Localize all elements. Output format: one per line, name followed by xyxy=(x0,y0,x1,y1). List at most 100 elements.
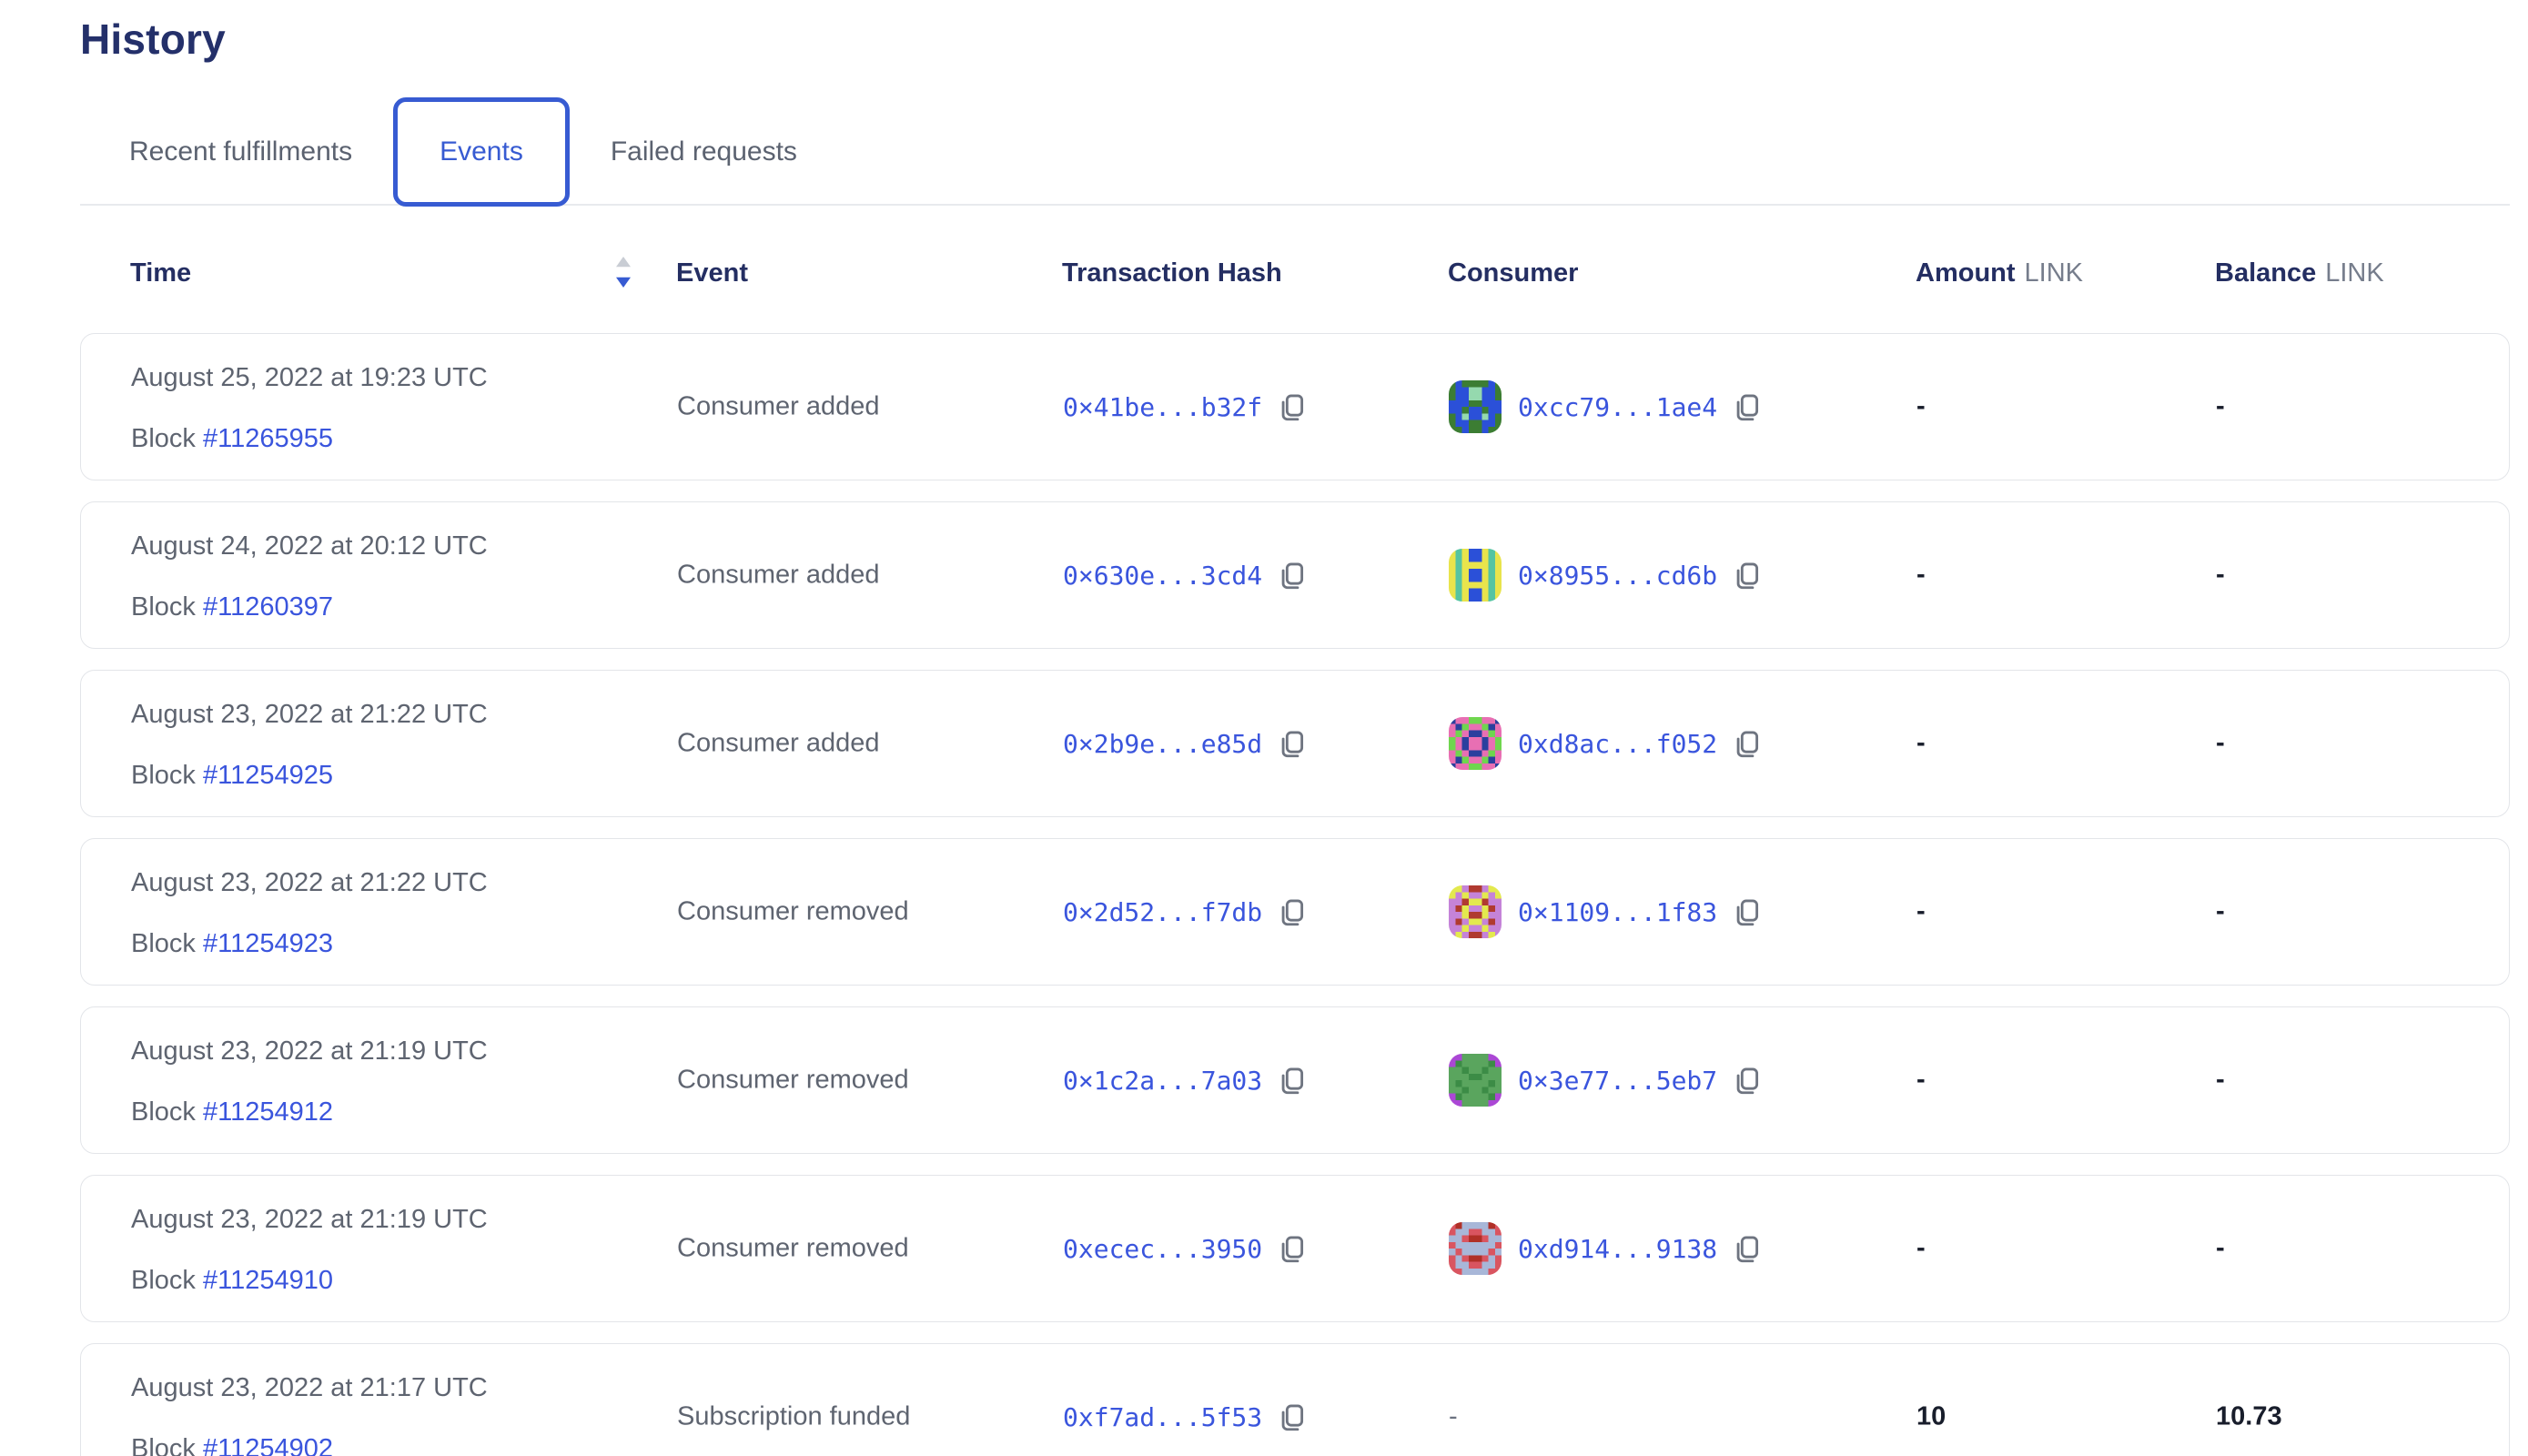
block-number-link[interactable]: #11265955 xyxy=(203,424,333,453)
consumer-cell: 0×3e77...5eb7 xyxy=(1449,1054,1763,1107)
block-label: Block xyxy=(131,1434,196,1456)
balance-cell: - xyxy=(2216,392,2225,422)
consumer-address-link[interactable]: 0xd8ac...f052 xyxy=(1518,729,1717,759)
block-label: Block xyxy=(131,761,196,790)
time-cell: August 23, 2022 at 21:19 UTCBlock #11254… xyxy=(131,1205,488,1296)
block-number-link[interactable]: #11254923 xyxy=(203,929,333,958)
consumer-identicon xyxy=(1449,1054,1502,1107)
block-line: Block #11254925 xyxy=(131,761,488,791)
table-row: August 23, 2022 at 21:22 UTC Block #11254… xyxy=(80,670,2510,817)
consumer-empty: - xyxy=(1449,1402,1458,1432)
event-cell: Consumer removed xyxy=(677,897,909,927)
copy-icon[interactable] xyxy=(1732,895,1763,928)
time-cell: August 23, 2022 at 21:22 UTC Block #11254… xyxy=(131,700,488,791)
tx-hash-link[interactable]: 0×2d52...f7db xyxy=(1063,897,1262,927)
consumer-identicon xyxy=(1449,717,1502,770)
amount-cell: - xyxy=(1916,729,1926,759)
consumer-cell: 0xcc79...1ae4 xyxy=(1449,380,1763,433)
tx-hash-link[interactable]: 0xecec...3950 xyxy=(1063,1234,1262,1264)
event-cell: Consumer added xyxy=(677,392,879,422)
consumer-address-link[interactable]: 0×1109...1f83 xyxy=(1518,897,1717,927)
copy-icon[interactable] xyxy=(1732,559,1763,592)
column-header-amount: AmountLINK xyxy=(1916,258,2083,288)
block-number-link[interactable]: #11254925 xyxy=(203,761,333,790)
table-row: August 25, 2022 at 19:23 UTC Block #11265… xyxy=(80,333,2510,480)
hash-cell: 0×2b9e...e85d xyxy=(1063,727,1308,760)
sort-desc-icon[interactable] xyxy=(612,255,634,294)
time-cell: August 23, 2022 at 21:22 UTCBlock #11254… xyxy=(131,868,488,959)
column-header-consumer: Consumer xyxy=(1448,258,1578,288)
time-cell: August 23, 2022 at 21:19 UTCBlock #11254… xyxy=(131,1036,488,1127)
row-date: August 23, 2022 at 21:19 UTC xyxy=(131,1205,488,1235)
balance-cell: - xyxy=(2216,1234,2225,1264)
block-label: Block xyxy=(131,1097,196,1127)
block-line: Block #11265955 xyxy=(131,424,488,454)
hash-cell: 0xecec...3950 xyxy=(1063,1232,1308,1265)
copy-icon[interactable] xyxy=(1732,727,1763,760)
tx-hash-link[interactable]: 0xf7ad...5f53 xyxy=(1063,1402,1262,1432)
tab-recent-fulfillments[interactable]: Recent fulfillments xyxy=(129,136,352,167)
table-row: August 23, 2022 at 21:19 UTCBlock #11254… xyxy=(80,1006,2510,1154)
copy-icon[interactable] xyxy=(1732,390,1763,423)
column-header-time[interactable]: Time xyxy=(130,258,191,288)
copy-icon[interactable] xyxy=(1277,559,1308,592)
consumer-address-link[interactable]: 0×8955...cd6b xyxy=(1518,561,1717,591)
consumer-cell: - xyxy=(1449,1402,1458,1432)
block-line: Block #11260397 xyxy=(131,592,488,622)
row-date: August 25, 2022 at 19:23 UTC xyxy=(131,363,488,393)
block-number-link[interactable]: #11260397 xyxy=(203,592,333,622)
table-row: August 23, 2022 at 21:19 UTCBlock #11254… xyxy=(80,1175,2510,1322)
tab-events[interactable]: Events xyxy=(393,97,570,207)
copy-icon[interactable] xyxy=(1277,1064,1308,1097)
event-cell: Consumer removed xyxy=(677,1234,909,1264)
copy-icon[interactable] xyxy=(1277,895,1308,928)
consumer-cell: 0×8955...cd6b xyxy=(1449,549,1763,602)
balance-cell: - xyxy=(2216,561,2225,591)
block-label: Block xyxy=(131,929,196,958)
column-header-event: Event xyxy=(676,258,748,288)
balance-cell: 10.73 xyxy=(2216,1402,2282,1432)
hash-cell: 0xf7ad...5f53 xyxy=(1063,1400,1308,1433)
consumer-address-link[interactable]: 0×3e77...5eb7 xyxy=(1518,1066,1717,1096)
time-cell: August 23, 2022 at 21:17 UTCBlock #11254… xyxy=(131,1373,488,1456)
amount-cell: - xyxy=(1916,1066,1926,1096)
copy-icon[interactable] xyxy=(1732,1064,1763,1097)
hash-cell: 0×1c2a...7a03 xyxy=(1063,1064,1308,1097)
copy-icon[interactable] xyxy=(1732,1232,1763,1265)
consumer-identicon xyxy=(1449,549,1502,602)
table-header: Time Event Transaction Hash Consumer Amo… xyxy=(80,209,2510,333)
copy-icon[interactable] xyxy=(1277,1232,1308,1265)
copy-icon[interactable] xyxy=(1277,1400,1308,1433)
consumer-address-link[interactable]: 0xd914...9138 xyxy=(1518,1234,1717,1264)
amount-cell: - xyxy=(1916,897,1926,927)
copy-icon[interactable] xyxy=(1277,727,1308,760)
tx-hash-link[interactable]: 0×41be...b32f xyxy=(1063,392,1262,422)
consumer-address-link[interactable]: 0xcc79...1ae4 xyxy=(1518,392,1717,422)
balance-unit-label: LINK xyxy=(2325,258,2383,288)
block-line: Block #11254902 xyxy=(131,1434,488,1456)
block-number-link[interactable]: #11254912 xyxy=(203,1097,333,1127)
time-cell: August 24, 2022 at 20:12 UTC Block #11260… xyxy=(131,531,488,622)
block-line: Block #11254923 xyxy=(131,929,488,959)
tx-hash-link[interactable]: 0×630e...3cd4 xyxy=(1063,561,1262,591)
balance-cell: - xyxy=(2216,897,2225,927)
block-number-link[interactable]: #11254902 xyxy=(203,1434,333,1456)
tab-failed-requests[interactable]: Failed requests xyxy=(611,136,797,167)
event-rows: August 25, 2022 at 19:23 UTC Block #11265… xyxy=(80,333,2510,1456)
balance-cell: - xyxy=(2216,729,2225,759)
block-number-link[interactable]: #11254910 xyxy=(203,1266,333,1295)
amount-cell: - xyxy=(1916,392,1926,422)
event-cell: Consumer added xyxy=(677,561,879,591)
tx-hash-link[interactable]: 0×2b9e...e85d xyxy=(1063,729,1262,759)
time-cell: August 25, 2022 at 19:23 UTC Block #11265… xyxy=(131,363,488,454)
tab-bar: Recent fulfillments Events Failed reques… xyxy=(80,95,2510,209)
block-label: Block xyxy=(131,592,196,622)
row-date: August 23, 2022 at 21:22 UTC xyxy=(131,700,488,730)
copy-icon[interactable] xyxy=(1277,390,1308,423)
consumer-cell: 0×1109...1f83 xyxy=(1449,885,1763,938)
amount-cell: - xyxy=(1916,561,1926,591)
row-date: August 24, 2022 at 20:12 UTC xyxy=(131,531,488,561)
balance-cell: - xyxy=(2216,1066,2225,1096)
consumer-identicon xyxy=(1449,1222,1502,1275)
tx-hash-link[interactable]: 0×1c2a...7a03 xyxy=(1063,1066,1262,1096)
